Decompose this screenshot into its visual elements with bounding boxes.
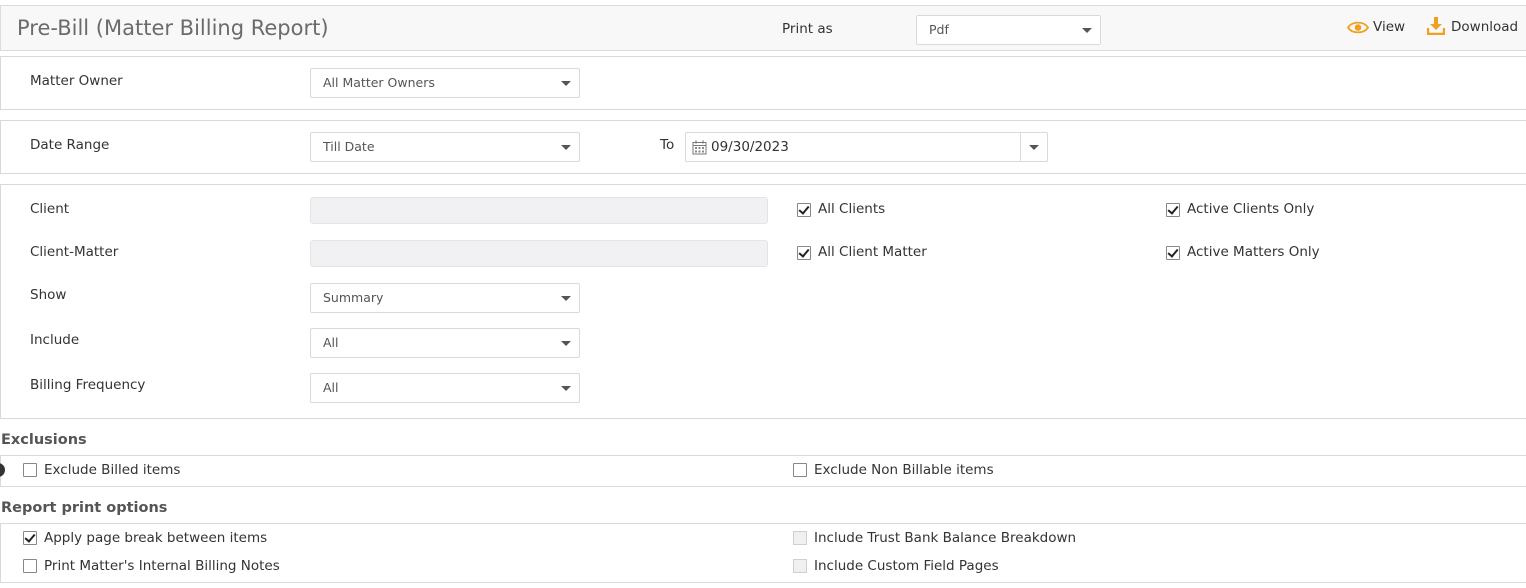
download-button[interactable]: Download [1426,16,1519,39]
exclude-non-billable-label: Exclude Non Billable items [814,462,994,478]
active-matters-label: Active Matters Only [1187,244,1320,260]
client-input[interactable] [310,197,768,224]
date-range-select[interactable]: Till Date [310,132,580,162]
print-as-value: Pdf [929,22,949,37]
radio-edge-icon [0,463,5,477]
print-as-select[interactable]: Pdf [916,15,1101,45]
page-break-checkbox[interactable] [23,531,37,545]
date-range-value: Till Date [323,139,375,154]
client-matter-label: Client-Matter [30,244,119,260]
print-as-label: Print as [782,21,833,37]
matter-owner-value: All Matter Owners [323,75,435,90]
print-options-panel: Apply page break between items Include T… [0,523,1526,583]
chevron-down-icon [1082,28,1092,33]
show-value: Summary [323,290,384,305]
to-date-value: 09/30/2023 [711,139,789,155]
include-select[interactable]: All [310,328,580,358]
report-header: Pre-Bill (Matter Billing Report) Print a… [0,5,1526,51]
chevron-down-icon [561,386,571,391]
matter-owner-label: Matter Owner [30,73,123,89]
active-clients-checkbox[interactable] [1166,203,1180,217]
exclude-non-billable-checkbox[interactable] [793,463,807,477]
show-select[interactable]: Summary [310,283,580,313]
download-icon [1426,17,1446,39]
active-clients-label: Active Clients Only [1187,201,1315,217]
to-label: To [660,137,675,153]
date-dropdown-button[interactable] [1020,133,1047,161]
internal-notes-checkbox[interactable] [23,559,37,573]
active-matters-checkbox[interactable] [1166,246,1180,260]
all-client-matter-label: All Client Matter [818,244,927,260]
print-options-title: Report print options [1,500,168,516]
to-date-picker[interactable]: 09/30/2023 [685,132,1048,162]
exclude-billed-label: Exclude Billed items [44,462,181,478]
matter-owner-panel: Matter Owner All Matter Owners [0,56,1526,110]
page-title: Pre-Bill (Matter Billing Report) [17,16,329,40]
billing-frequency-label: Billing Frequency [30,377,146,393]
internal-notes-label: Print Matter's Internal Billing Notes [44,558,280,574]
trust-balance-label: Include Trust Bank Balance Breakdown [814,530,1077,546]
date-range-label: Date Range [30,137,110,153]
eye-icon [1346,20,1370,39]
chevron-down-icon [561,81,571,86]
exclusions-panel: Exclude Billed items Exclude Non Billabl… [0,455,1526,487]
view-button[interactable]: View [1346,18,1407,39]
page-break-label: Apply page break between items [44,530,268,546]
chevron-down-icon [1029,145,1039,150]
calendar-icon [692,140,707,159]
trust-balance-checkbox[interactable] [793,531,807,545]
chevron-down-icon [561,341,571,346]
filters-panel: Client All Clients Active Clients Only C… [0,184,1526,419]
billing-frequency-select[interactable]: All [310,373,580,403]
all-clients-label: All Clients [818,201,886,217]
chevron-down-icon [561,145,571,150]
download-label: Download [1451,19,1519,35]
show-label: Show [30,287,67,303]
matter-owner-select[interactable]: All Matter Owners [310,68,580,98]
custom-field-checkbox[interactable] [793,559,807,573]
exclusions-title: Exclusions [1,432,87,448]
all-clients-checkbox[interactable] [797,203,811,217]
all-client-matter-checkbox[interactable] [797,246,811,260]
client-matter-input[interactable] [310,240,768,267]
include-value: All [323,335,339,350]
client-label: Client [30,201,70,217]
custom-field-label: Include Custom Field Pages [814,558,999,574]
exclude-billed-checkbox[interactable] [23,463,37,477]
billing-frequency-value: All [323,380,339,395]
date-range-panel: Date Range Till Date To 09/30/2023 [0,120,1526,174]
chevron-down-icon [561,296,571,301]
include-label: Include [30,332,80,348]
view-label: View [1373,19,1406,35]
